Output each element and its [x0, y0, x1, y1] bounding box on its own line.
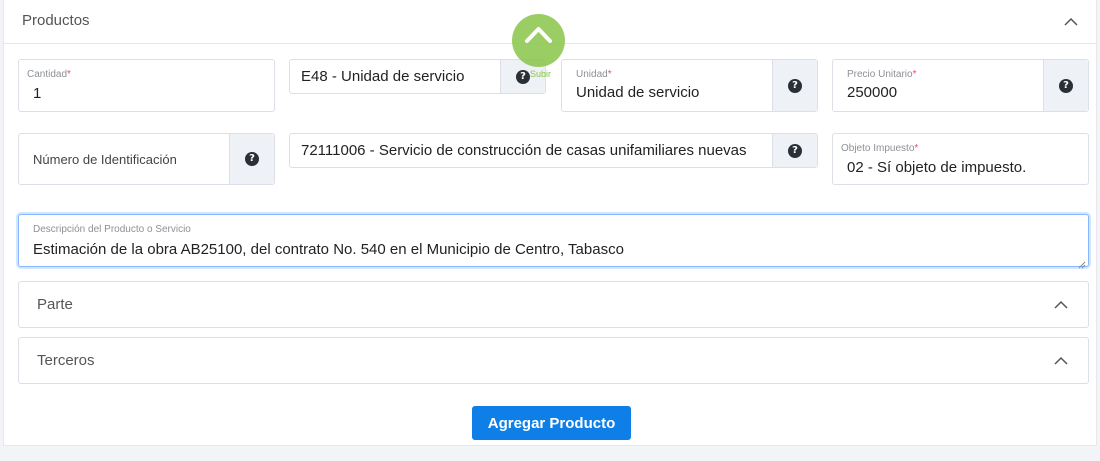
- objeto-impuesto-label: Objeto Impuesto*: [841, 143, 919, 154]
- cantidad-field[interactable]: Cantidad* 1: [18, 59, 275, 112]
- cantidad-value: 1: [33, 85, 42, 102]
- help-icon: ?: [245, 152, 259, 166]
- cantidad-label: Cantidad*: [27, 69, 71, 80]
- agregar-producto-button[interactable]: Agregar Producto: [472, 406, 631, 440]
- help-icon: ?: [788, 144, 802, 158]
- panel-terceros[interactable]: Terceros: [18, 337, 1089, 384]
- precio-unitario-field[interactable]: Precio Unitario* 250000 ?: [832, 59, 1089, 112]
- descripcion-textarea[interactable]: Descripción del Producto o Servicio Esti…: [18, 214, 1089, 269]
- precio-unitario-help-addon[interactable]: ?: [1043, 60, 1088, 111]
- section-title: Productos: [22, 12, 90, 29]
- scroll-top-button[interactable]: [512, 14, 565, 67]
- unidad-value: Unidad de servicio: [576, 84, 700, 101]
- clave-unidad-value: E48 - Unidad de servicio: [301, 68, 465, 85]
- chevron-up-icon[interactable]: [1054, 354, 1068, 368]
- unidad-help-addon[interactable]: ?: [772, 60, 817, 111]
- chevron-up-icon[interactable]: [1064, 15, 1078, 29]
- help-icon: ?: [516, 70, 530, 84]
- panel-parte[interactable]: Parte: [18, 281, 1089, 328]
- numero-identificacion-help-addon[interactable]: ?: [229, 134, 274, 184]
- objeto-impuesto-select[interactable]: Objeto Impuesto* 02 - Sí objeto de impue…: [832, 133, 1089, 185]
- clave-producto-help-addon[interactable]: ?: [772, 134, 817, 167]
- help-icon: ?: [1059, 79, 1073, 93]
- panel-terceros-title: Terceros: [37, 352, 95, 369]
- unidad-label: Unidad*: [576, 69, 612, 80]
- chevron-up-icon[interactable]: [1054, 298, 1068, 312]
- clave-producto-value: 72111006 - Servicio de construcción de c…: [301, 142, 747, 159]
- panel-parte-title: Parte: [37, 296, 73, 313]
- objeto-impuesto-value: 02 - Sí objeto de impuesto.: [847, 159, 1027, 176]
- numero-identificacion-placeholder: Número de Identificación: [33, 152, 177, 167]
- unidad-field[interactable]: Unidad* Unidad de servicio ?: [561, 59, 818, 112]
- numero-identificacion-field[interactable]: Número de Identificación ?: [18, 133, 275, 185]
- clave-producto-select[interactable]: 72111006 - Servicio de construcción de c…: [289, 133, 818, 168]
- descripcion-label: Descripción del Producto o Servicio: [33, 224, 191, 235]
- precio-unitario-label: Precio Unitario*: [847, 69, 917, 80]
- scroll-top-label: Subir: [530, 69, 552, 79]
- clave-unidad-select[interactable]: E48 - Unidad de servicio ?: [289, 59, 546, 94]
- resize-handle-icon[interactable]: [1078, 256, 1086, 269]
- help-icon: ?: [788, 79, 802, 93]
- precio-unitario-value: 250000: [847, 84, 898, 101]
- descripcion-value: Estimación de la obra AB25100, del contr…: [33, 241, 624, 258]
- chevron-up-icon: [525, 27, 552, 43]
